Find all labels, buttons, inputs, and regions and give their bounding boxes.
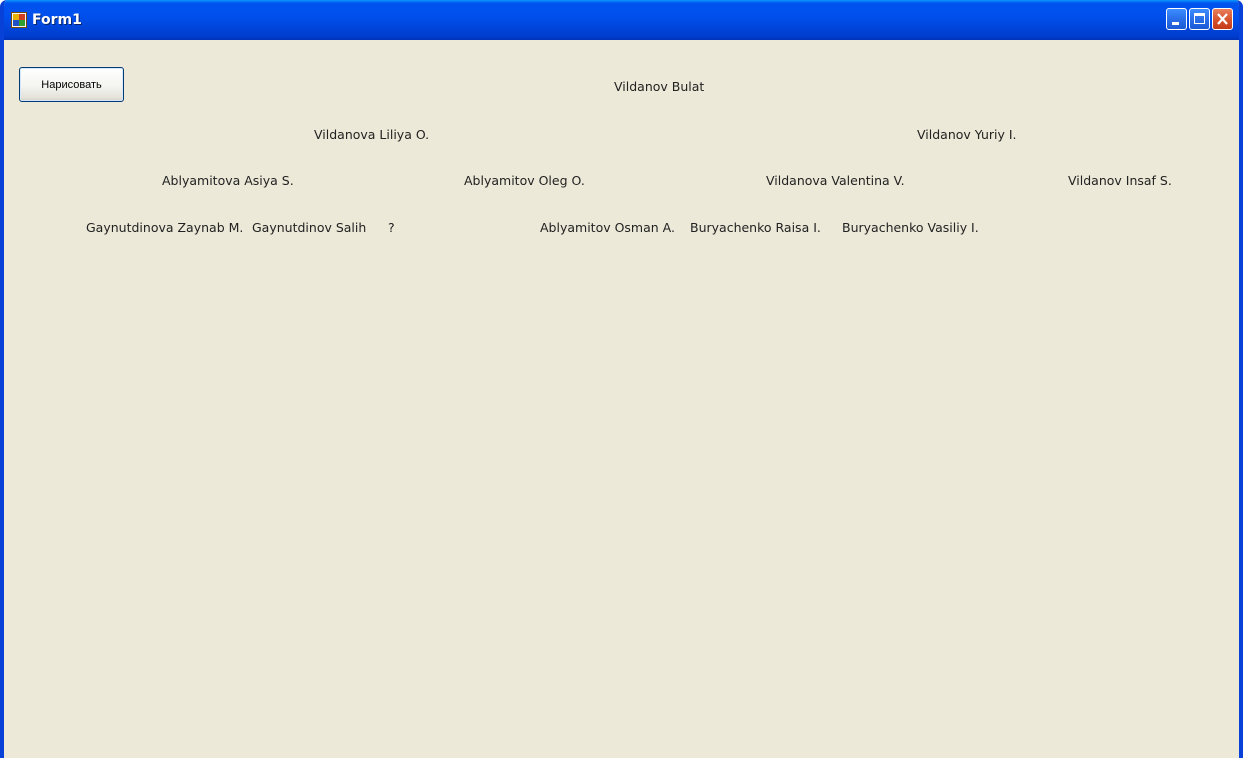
person-name: Ablyamitov Oleg O. [464, 173, 585, 188]
window-title: Form1 [32, 12, 82, 28]
person-name: Vildanov Insaf S. [1068, 173, 1172, 188]
person-name: Buryachenko Vasiliy I. [842, 220, 979, 235]
person-name-root: Vildanov Bulat [614, 79, 705, 94]
close-icon [1217, 13, 1228, 25]
person-name: Gaynutdinova Zaynab M. [86, 220, 244, 235]
person-name: ? [388, 220, 395, 235]
person-name: Ablyamitova Asiya S. [162, 173, 294, 188]
person-name: Vildanova Liliya O. [314, 127, 430, 142]
form-client-area: Нарисовать Vildanov Bulat Vildanova Lili… [4, 40, 1239, 758]
maximize-button[interactable] [1189, 8, 1210, 30]
form1-window: Form1 Нарисовать Vildanov Bulat Vildanov… [0, 0, 1243, 758]
maximize-icon [1194, 13, 1205, 24]
application-icon[interactable] [11, 12, 27, 28]
minimize-icon [1172, 22, 1179, 25]
person-name: Vildanov Yuriy I. [917, 127, 1017, 142]
close-button[interactable] [1212, 8, 1233, 30]
minimize-button[interactable] [1166, 8, 1187, 30]
draw-button[interactable]: Нарисовать [19, 67, 124, 102]
person-name: Gaynutdinov Salih [252, 220, 367, 235]
title-bar[interactable]: Form1 [4, 0, 1239, 40]
person-name: Ablyamitov Osman A. [540, 220, 675, 235]
person-name: Vildanova Valentina V. [766, 173, 905, 188]
person-name: Buryachenko Raisa I. [690, 220, 821, 235]
